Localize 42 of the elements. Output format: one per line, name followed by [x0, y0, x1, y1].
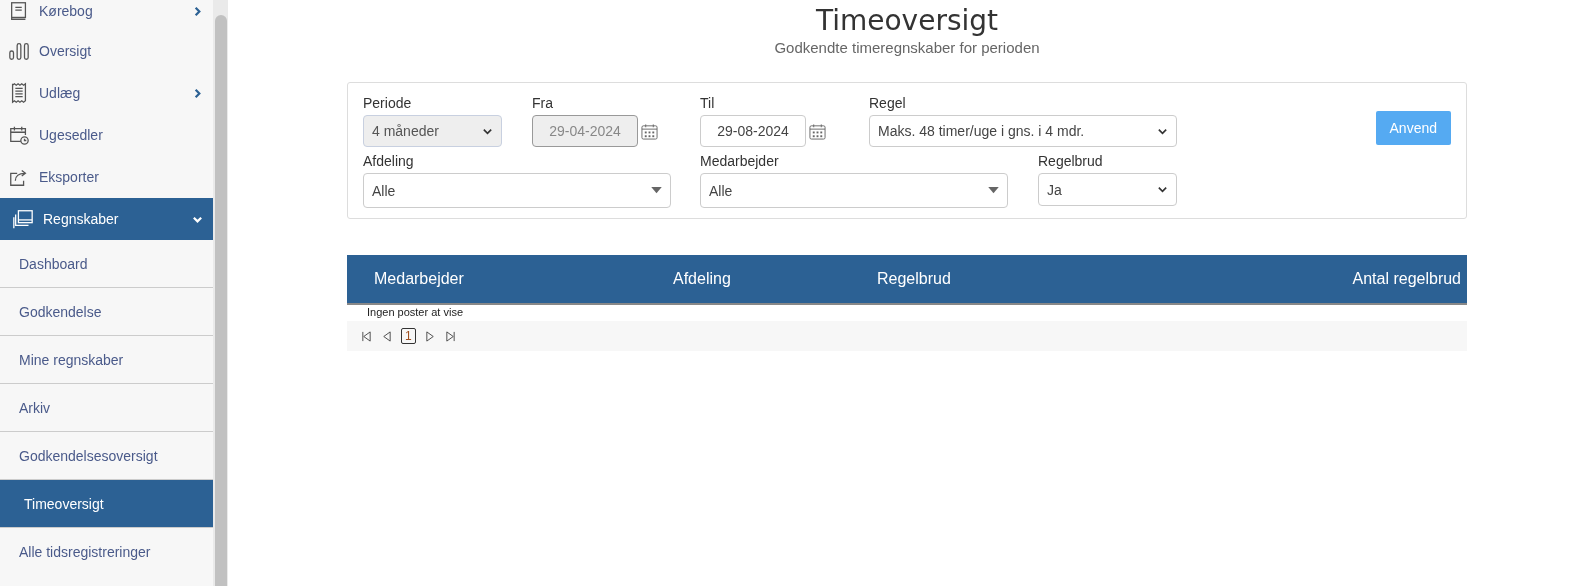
dropdown[interactable]: Alle	[700, 173, 1008, 208]
scrollbar[interactable]	[213, 0, 228, 586]
field-label: Fra	[532, 95, 554, 111]
column-header[interactable]: Antal regelbrud	[1352, 270, 1461, 288]
empty-message: Ingen poster at vise	[366, 305, 464, 320]
column-header[interactable]: Medarbejder	[374, 270, 673, 288]
field-label: Periode	[363, 95, 413, 111]
chevron-down-icon	[1157, 184, 1168, 195]
bar-chart-icon	[8, 40, 30, 62]
next-page-icon[interactable]	[424, 330, 436, 342]
caret-icon	[988, 187, 999, 194]
scrollbar-thumb[interactable]	[214, 15, 227, 586]
dropdown[interactable]: Maks. 48 timer/uge i gns. i 4 mdr.	[869, 115, 1177, 147]
caret-icon	[651, 187, 662, 194]
sidebar-item[interactable]: Kørebog	[0, 0, 213, 30]
field-label: Medarbejder	[700, 153, 780, 169]
sidebar-item[interactable]: Ugesedler	[0, 114, 213, 156]
sidebar-item[interactable]: Udlæg	[0, 72, 213, 114]
submenu-item[interactable]: Timeoversigt	[0, 479, 213, 527]
field-label: Regel	[869, 95, 907, 111]
page-title: Timeoversigt	[814, 4, 1000, 37]
sidebar-item[interactable]: Eksporter	[0, 156, 213, 198]
calendar-clock-icon	[8, 124, 30, 146]
dropdown[interactable]: Alle	[363, 173, 671, 208]
documents-icon	[12, 208, 34, 230]
submenu-item[interactable]: Dashboard	[0, 240, 213, 287]
field-label: Afdeling	[363, 153, 415, 169]
column-header[interactable]: Regelbrud	[877, 270, 1353, 288]
page-number[interactable]: 1	[401, 328, 416, 344]
last-page-icon[interactable]	[444, 330, 456, 342]
date-field[interactable]: 29-08-2024	[700, 115, 806, 147]
previous-page-icon[interactable]	[381, 330, 392, 342]
sidebar-item[interactable]: Regnskaber	[0, 198, 213, 240]
sidebar-item[interactable]: Oversigt	[0, 30, 213, 72]
field-label: Regelbrud	[1038, 153, 1104, 169]
column-header[interactable]: Afdeling	[673, 270, 877, 288]
page-subtitle: Godkendte timeregnskaber for perioden	[773, 39, 1041, 56]
first-page-icon[interactable]	[361, 330, 372, 342]
calendar-icon[interactable]	[809, 122, 826, 140]
calendar-icon[interactable]	[641, 122, 658, 140]
dropdown[interactable]: Ja	[1038, 173, 1177, 206]
field-label: Til	[700, 95, 716, 111]
